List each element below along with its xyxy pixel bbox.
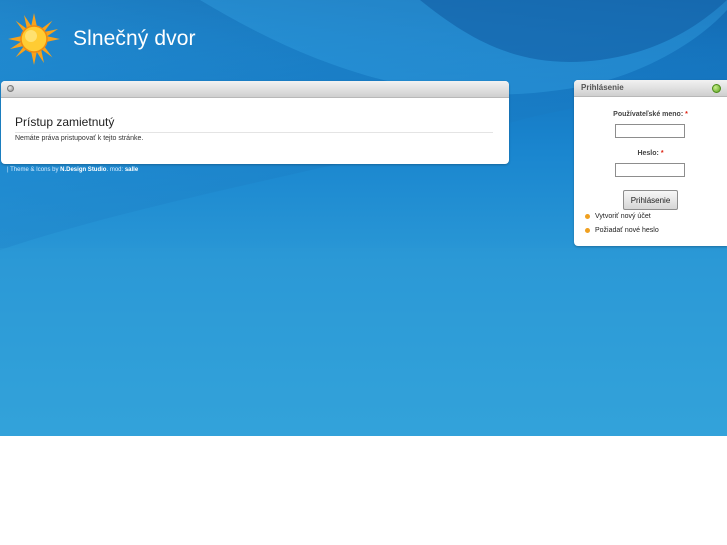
toggle-dot-icon[interactable] (712, 84, 721, 93)
login-block: Prihlásenie Používateľské meno: * Heslo:… (574, 80, 727, 246)
credits-prefix: | Theme & Icons by (7, 167, 61, 173)
username-label: Používateľské meno: * (574, 111, 727, 118)
login-header: Prihlásenie (574, 80, 727, 97)
sun-logo-icon (8, 13, 60, 65)
login-button[interactable]: Prihlásenie (623, 190, 678, 210)
site-title[interactable]: Slnečný dvor (73, 27, 196, 51)
credits-mod-author-link[interactable]: salle (125, 167, 138, 173)
required-marker: * (660, 150, 664, 157)
page-title: Prístup zamietnutý (15, 115, 493, 133)
password-label: Heslo: * (574, 150, 727, 157)
required-marker: * (685, 111, 688, 118)
access-denied-message: Nemáte práva pristupovať k tejto stránke… (15, 135, 144, 142)
content-panel-header (1, 81, 509, 98)
bullet-icon (585, 214, 590, 219)
footer-credits: | Theme & Icons by N.Design Studio. mod:… (7, 167, 138, 173)
create-account-link[interactable]: Vytvoriť nový účet (585, 213, 651, 220)
credits-mod-prefix: . mod: (106, 167, 125, 173)
content-panel: Prístup zamietnutý Nemáte práva pristupo… (1, 81, 509, 164)
credits-author-link[interactable]: N.Design Studio (60, 167, 106, 173)
login-title: Prihlásenie (581, 83, 624, 92)
bullet-icon (585, 228, 590, 233)
window-dot-icon (7, 85, 14, 92)
username-label-text: Používateľské meno: (613, 111, 684, 118)
password-label-text: Heslo: (637, 150, 659, 157)
password-input[interactable] (615, 163, 685, 177)
request-password-label[interactable]: Požiadať nové heslo (595, 227, 659, 234)
request-password-link[interactable]: Požiadať nové heslo (585, 227, 659, 234)
username-input[interactable] (615, 124, 685, 138)
create-account-label[interactable]: Vytvoriť nový účet (595, 213, 651, 220)
